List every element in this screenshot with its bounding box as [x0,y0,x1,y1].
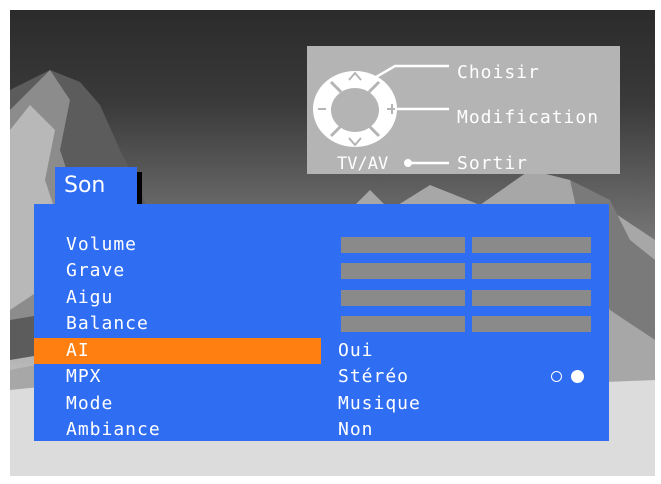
circle-filled-icon [571,370,584,383]
menu-item-grave[interactable]: Grave [34,258,609,284]
balance-bar-right[interactable] [472,316,591,332]
menu-item-ambiance[interactable]: Ambiance Non [34,417,609,443]
grave-bar-right[interactable] [472,263,591,279]
menu-item-label: Volume [66,234,138,255]
remote-legend: Choisir Modification Sortir TV/AV [307,46,620,174]
menu-item-label: AI [66,340,90,361]
circle-open-icon [551,371,562,382]
balance-bar-left[interactable] [341,316,465,332]
grave-bar-left[interactable] [341,263,465,279]
menu-item-label: Balance [66,313,149,334]
menu-item-aigu[interactable]: Aigu [34,285,609,311]
menu-item-label: Mode [66,393,114,414]
menu-item-ai[interactable]: AI Oui [34,338,609,364]
mode-value[interactable]: Musique [338,391,421,417]
legend-choose-label: Choisir [457,62,540,83]
menu-item-label: Aigu [66,287,114,308]
volume-bar-right[interactable] [472,237,591,253]
menu-item-label: MPX [66,366,102,387]
ai-value[interactable]: Oui [338,338,374,364]
menu-item-volume[interactable]: Volume [34,232,609,258]
ambiance-value[interactable]: Non [338,417,374,443]
legend-modify-label: Modification [457,107,600,128]
mpx-value[interactable]: Stéréo [338,364,409,390]
menu-title: Son [55,167,137,205]
menu-item-label: Ambiance [66,419,161,440]
aigu-bar-right[interactable] [472,290,591,306]
sound-menu-panel: Volume Grave Aigu Balance AI Oui MPX Sté… [34,204,609,441]
menu-item-mpx[interactable]: MPX Stéréo [34,364,609,390]
legend-tvav-label: TV/AV [337,154,389,174]
menu-item-mode[interactable]: Mode Musique [34,391,609,417]
menu-item-label: Grave [66,260,126,281]
menu-item-balance[interactable]: Balance [34,311,609,337]
aigu-bar-left[interactable] [341,290,465,306]
legend-exit-label: Sortir [457,153,529,174]
volume-bar-left[interactable] [341,237,465,253]
